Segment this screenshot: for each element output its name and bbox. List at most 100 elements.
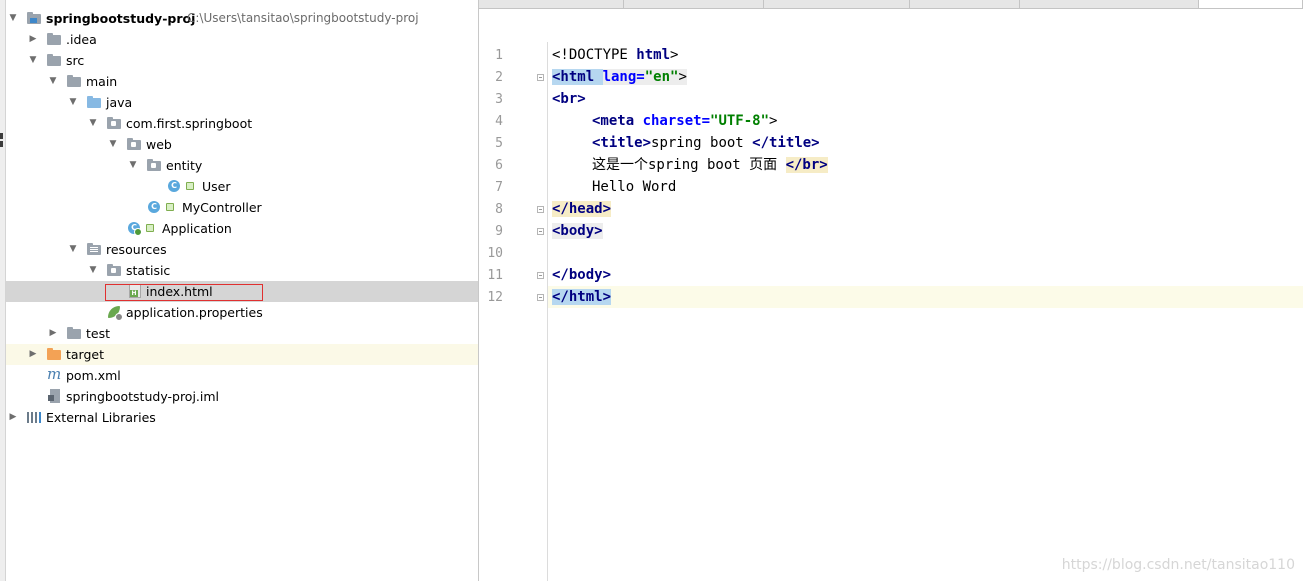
line-number: 5 — [495, 136, 503, 151]
spring-config-icon — [107, 305, 123, 321]
chevron-down-icon[interactable]: ▼ — [6, 8, 20, 29]
code-token: <meta — [592, 113, 643, 129]
chevron-down-icon[interactable]: ▼ — [86, 113, 100, 134]
tree-item-mycontroller-class[interactable]: C MyController — [0, 197, 478, 218]
libraries-icon — [26, 410, 42, 425]
code-line-9[interactable]: <body> — [552, 220, 603, 242]
fold-marker-icon[interactable] — [537, 74, 544, 81]
line-number: 2 — [495, 70, 503, 85]
tree-item-label: src — [66, 53, 85, 68]
code-token: lang= — [602, 69, 645, 85]
line-number: 3 — [495, 92, 503, 107]
chevron-down-icon[interactable]: ▼ — [46, 71, 60, 92]
project-folder-icon — [26, 11, 42, 26]
code-line-12[interactable]: </html> — [552, 286, 612, 308]
chevron-down-icon[interactable]: ▼ — [66, 239, 80, 260]
editor-tab-active[interactable] — [1199, 0, 1303, 8]
chevron-right-icon[interactable]: ▶ — [46, 323, 60, 344]
resources-folder-icon — [86, 242, 102, 257]
tree-item-application-class[interactable]: C Application — [0, 218, 478, 239]
tree-item-label: entity — [166, 158, 203, 173]
code-line-8[interactable]: </head> — [552, 198, 612, 220]
editor-tab[interactable] — [479, 0, 624, 8]
project-name: springbootstudy-proj — [46, 11, 196, 26]
tree-item-label: resources — [106, 242, 167, 257]
tree-item-entity[interactable]: ▼ entity — [0, 155, 478, 176]
tree-item-idea[interactable]: ▶ .idea — [0, 29, 478, 50]
tree-item-pom-xml[interactable]: m pom.xml — [0, 365, 478, 386]
tree-item-label: External Libraries — [46, 410, 156, 425]
code-token: </html> — [552, 289, 612, 305]
code-token: <!DOCTYPE — [552, 47, 637, 63]
editor-tab[interactable] — [910, 0, 1020, 8]
maven-file-icon: m — [47, 365, 62, 383]
chevron-right-icon[interactable]: ▶ — [26, 344, 40, 365]
code-line-2[interactable]: <html lang="en"> — [552, 66, 687, 88]
code-line-4[interactable]: <meta charset="UTF-8"> — [592, 110, 777, 132]
code-token: </title> — [752, 135, 820, 151]
folder-icon — [46, 53, 62, 68]
chevron-down-icon[interactable]: ▼ — [126, 155, 140, 176]
line-number: 8 — [495, 202, 503, 217]
code-token: </body> — [552, 267, 612, 283]
chevron-down-icon[interactable]: ▼ — [66, 92, 80, 113]
code-line-6[interactable]: 这是一个spring boot 页面 </br> — [592, 154, 828, 176]
lock-icon — [166, 203, 174, 211]
fold-marker-icon[interactable] — [537, 294, 544, 301]
tree-item-label: User — [202, 179, 231, 194]
excluded-folder-icon — [46, 347, 62, 362]
tree-item-resources[interactable]: ▼ resources — [0, 239, 478, 260]
code-token: Hello Word — [592, 179, 677, 195]
chevron-down-icon[interactable]: ▼ — [26, 50, 40, 71]
tree-root-project[interactable]: ▼ springbootstudy-proj C:\Users\tansitao… — [0, 8, 478, 29]
project-path: C:\Users\tansitao\springbootstudy-proj — [187, 11, 419, 25]
code-token: <br> — [552, 91, 586, 107]
tree-item-label: statisic — [126, 263, 171, 278]
code-token: "en" — [644, 69, 679, 85]
editor-tab[interactable] — [624, 0, 764, 8]
tree-item-java[interactable]: ▼ java — [0, 92, 478, 113]
tree-item-web[interactable]: ▼ web — [0, 134, 478, 155]
tree-item-package-root[interactable]: ▼ com.first.springboot — [0, 113, 478, 134]
code-line-3[interactable]: <br> — [552, 88, 586, 110]
chevron-right-icon[interactable]: ▶ — [6, 407, 20, 428]
fold-marker-icon[interactable] — [537, 272, 544, 279]
class-icon: C — [147, 200, 163, 215]
tree-item-src[interactable]: ▼ src — [0, 50, 478, 71]
lock-icon — [186, 182, 194, 190]
editor-tab[interactable] — [1020, 0, 1199, 8]
chevron-down-icon[interactable]: ▼ — [106, 134, 120, 155]
code-token: </br> — [785, 157, 828, 173]
tree-item-user-class[interactable]: C User — [0, 176, 478, 197]
module-file-icon — [47, 389, 63, 404]
project-tree-panel: ▼ springbootstudy-proj C:\Users\tansitao… — [0, 0, 479, 581]
code-line-11[interactable]: </body> — [552, 264, 611, 286]
code-line-1[interactable]: <!DOCTYPE html> — [552, 44, 678, 66]
chevron-right-icon[interactable]: ▶ — [26, 29, 40, 50]
editor-tab-bar — [479, 0, 1303, 9]
strip-marker — [0, 133, 3, 139]
tree-item-iml[interactable]: springbootstudy-proj.iml — [0, 386, 478, 407]
tree-item-label: main — [86, 74, 118, 89]
fold-marker-icon[interactable] — [537, 206, 544, 213]
editor-tab[interactable] — [764, 0, 910, 8]
tree-item-label: test — [86, 326, 111, 341]
code-token: 这是一个spring boot 页面 — [592, 157, 786, 173]
fold-marker-icon[interactable] — [537, 228, 544, 235]
source-folder-icon — [86, 95, 102, 110]
tree-item-application-properties[interactable]: application.properties — [0, 302, 478, 323]
tree-item-test[interactable]: ▶ test — [0, 323, 478, 344]
code-line-7[interactable]: Hello Word — [592, 176, 676, 198]
line-number: 1 — [495, 48, 503, 63]
line-number: 10 — [487, 246, 503, 261]
tree-item-label: .idea — [66, 32, 97, 47]
code-line-5[interactable]: <title>spring boot </title> — [592, 132, 820, 154]
tree-item-target[interactable]: ▶ target — [0, 344, 478, 365]
tree-item-label: MyController — [182, 200, 262, 215]
tree-item-main[interactable]: ▼ main — [0, 71, 478, 92]
tree-item-external-libraries[interactable]: ▶ External Libraries — [0, 407, 478, 428]
chevron-down-icon[interactable]: ▼ — [86, 260, 100, 281]
code-editor[interactable]: 1 2 3 4 5 6 7 8 9 10 11 12 <!DOCTYPE htm… — [479, 0, 1303, 581]
tree-item-statisic[interactable]: ▼ statisic — [0, 260, 478, 281]
code-token: > — [670, 47, 679, 63]
